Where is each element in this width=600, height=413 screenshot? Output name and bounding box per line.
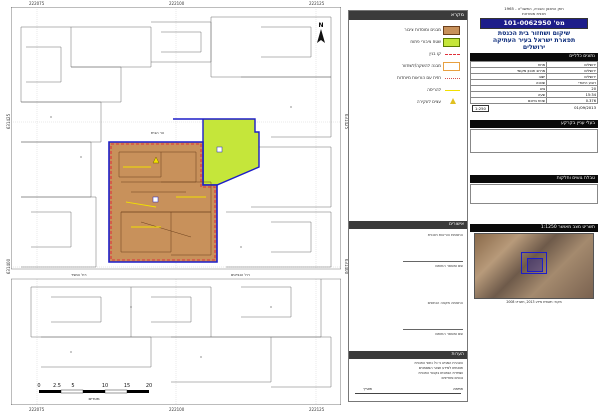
sig-label: תאריך: [363, 387, 372, 391]
source-note: מקור: תשתית מידע 2013, תשריט 2008: [506, 300, 562, 304]
plan-type: תכנית מפורטת: [522, 11, 546, 16]
street-label: הר הבית: [151, 131, 165, 135]
street-label: רח' המגיד: [71, 273, 87, 277]
approval-text: שם ומספר החותם: [435, 264, 463, 268]
approval-text: התאמת הוראות תוכנית: [427, 233, 463, 237]
sig-line: [355, 393, 461, 394]
legend-label: שטח ציבורי פתוח: [410, 39, 441, 44]
street-label: רח' הנביאים: [231, 273, 250, 277]
scale-tick-label: 0: [37, 383, 40, 389]
notes-text: הצהרת המגיש כי כל נתוני התכנית תואמים למ…: [353, 361, 463, 381]
scale-tick-label: 20: [146, 383, 152, 389]
scale-tick-label: 2.5: [53, 383, 61, 389]
sig-label: חתימה: [453, 387, 463, 391]
north-label: N: [318, 22, 323, 29]
map-frame: N 0 2.5 5 10 15 20 מטרים הר הבית רח' המג…: [6, 1, 349, 412]
legend-item: עצים לעקירה: [353, 97, 463, 107]
legend-panel: מקרא מבנים ומוסדות ציבור שטח ציבורי פתוח…: [348, 10, 468, 402]
plan-title-2: תפארת ישראל בעיר העתיקה: [492, 37, 576, 44]
aerial-photo[interactable]: [474, 233, 594, 299]
signature-line[interactable]: [403, 243, 463, 262]
legend-item: להריסה: [353, 85, 463, 95]
approval-text: שם ומספר החותם: [435, 332, 463, 336]
coord-bottom-label: 222100: [169, 407, 185, 412]
map-canvas: N 0 2.5 5 10 15 20 מטרים הר הבית רח' המג…: [10, 6, 342, 406]
plan-number: מס' 101-0062950: [480, 18, 588, 29]
legend-label: מבנה להשקה/לשחזור: [401, 63, 441, 68]
tree-icon: [450, 98, 456, 104]
coord-top-label: 222125: [309, 1, 325, 6]
parcels-header: טבלת גושים וחלקות: [470, 175, 598, 183]
legend-title: מקרא: [349, 11, 467, 20]
coord-left-label: 631400: [6, 258, 12, 275]
legend-swatch: [445, 54, 460, 55]
legend-item: שטח ציבורי פתוח: [353, 37, 463, 47]
scale-tick-label: 15: [124, 383, 130, 389]
legend-swatch: [443, 62, 460, 71]
note-line: נכונים ומחייבים: [441, 376, 463, 380]
coord-top-label: 222100: [169, 1, 185, 6]
legend-item: חזית עם הוראות מיוחדות: [353, 73, 463, 83]
aerial-plan-zone: [527, 258, 543, 272]
legend-swatch: [443, 26, 460, 35]
legend-label: קו בנין: [429, 51, 441, 56]
coord-top-label: 222075: [29, 1, 45, 6]
signature-line[interactable]: [403, 311, 463, 330]
table-row: שטח בדונם 0.376: [469, 97, 598, 104]
legend-item: קו בנין: [353, 49, 463, 59]
scale-date-row: 1:250 01/09/2013: [472, 105, 596, 112]
general-data-header: נתונים כלליים: [470, 53, 598, 61]
legend-swatch: [445, 90, 460, 91]
legend-swatch: [443, 38, 460, 47]
cell: 0.376: [546, 97, 598, 104]
legend-swatch: [445, 78, 460, 79]
legend-label: להריסה: [427, 87, 441, 92]
plan-title-1: שיקום ושחזור בית הכנסת: [497, 30, 571, 37]
approved-plan-header: תשריט מצב מאושר 1:1250: [470, 224, 598, 232]
plan-title-3: ירושלים: [522, 44, 546, 51]
coord-bottom-label: 222125: [309, 407, 325, 412]
general-data-table: מחוז ירושלים מרחב תכנון מקומי ירושלים ישוב…: [469, 61, 598, 104]
approvals-header: אישורים: [349, 221, 467, 229]
coord-bottom-label: 222075: [29, 407, 45, 412]
legend-label: חזית עם הוראות מיוחדות: [396, 75, 441, 80]
zone-label-marker[interactable]: [216, 146, 223, 153]
legend-item: מבנה להשקה/לשחזור: [353, 61, 463, 71]
coord-left-label: 631425: [6, 113, 12, 130]
scale-tick-label: 5: [71, 383, 74, 389]
plan-date: 01/09/2013: [574, 105, 596, 110]
legend-label: עצים לעקירה: [416, 99, 441, 104]
approval-text: התאמה מקצה הנתונים: [427, 301, 463, 305]
plan-info-panel: חוק התכנון והבניה, התשכ"ה - 1965 תכנית מ…: [469, 6, 598, 410]
stakeholders-header: בעלי עניין בקרקע: [470, 120, 598, 128]
stakeholders-table: [470, 129, 598, 153]
zone-label-marker[interactable]: [152, 196, 159, 203]
legend-item: מבנים ומוסדות ציבור: [353, 25, 463, 35]
cell: שטח בדונם: [469, 97, 548, 104]
parcels-table: [470, 184, 598, 204]
scale-unit-label: מטרים: [88, 396, 99, 401]
scale-box: 1:250: [472, 105, 489, 112]
scale-tick-label: 10: [102, 383, 108, 389]
notes-header: הערות: [349, 351, 467, 359]
legend-label: מבנים ומוסדות ציבור: [404, 27, 441, 32]
